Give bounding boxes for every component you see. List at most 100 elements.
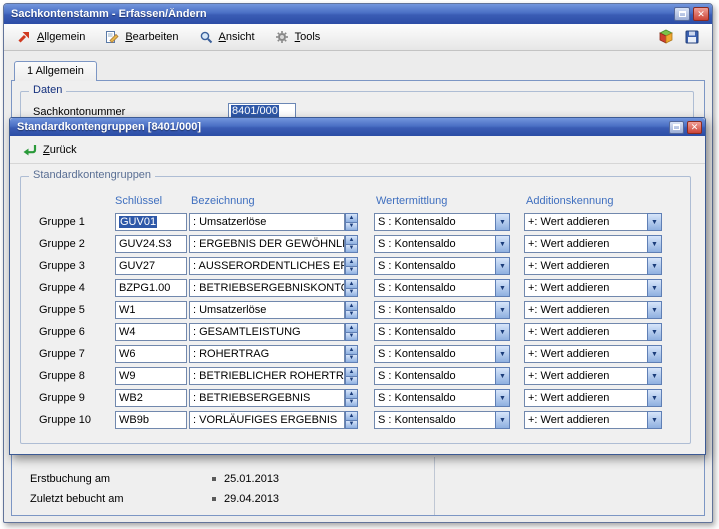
spinner-up-icon[interactable]: ▲: [345, 235, 358, 244]
grid-row: Gruppe 7W6: ROHERTRAG▲▼S : Kontensaldo▼+…: [39, 345, 690, 363]
spinner-up-icon[interactable]: ▲: [345, 323, 358, 332]
dropdown-arrow-icon[interactable]: ▼: [495, 323, 510, 341]
group-label: Gruppe 10: [39, 414, 115, 426]
wertermittlung-combo[interactable]: S : Kontensaldo▼: [374, 235, 510, 253]
tab-allgemein[interactable]: 1 Allgemein: [14, 61, 97, 81]
spinner-down-icon[interactable]: ▼: [345, 354, 358, 364]
schluessel-input[interactable]: BZPG1.00: [115, 279, 187, 297]
dropdown-arrow-icon[interactable]: ▼: [647, 389, 662, 407]
dialog-minimize-button[interactable]: [669, 121, 684, 134]
spinner-down-icon[interactable]: ▼: [345, 376, 358, 386]
schluessel-spinner[interactable]: ▲▼: [345, 279, 358, 297]
dropdown-arrow-icon[interactable]: ▼: [647, 367, 662, 385]
spinner-up-icon[interactable]: ▲: [345, 257, 358, 266]
dropdown-arrow-icon[interactable]: ▼: [495, 389, 510, 407]
dropdown-arrow-icon[interactable]: ▼: [495, 345, 510, 363]
menu-allgemein[interactable]: Allgemein: [12, 26, 94, 48]
wertermittlung-combo[interactable]: S : Kontensaldo▼: [374, 345, 510, 363]
dropdown-arrow-icon[interactable]: ▼: [647, 323, 662, 341]
spinner-down-icon[interactable]: ▼: [345, 332, 358, 342]
spinner-up-icon[interactable]: ▲: [345, 213, 358, 222]
close-button[interactable]: ✕: [693, 7, 709, 21]
spinner-down-icon[interactable]: ▼: [345, 222, 358, 232]
dropdown-arrow-icon[interactable]: ▼: [647, 235, 662, 253]
spinner-down-icon[interactable]: ▼: [345, 244, 358, 254]
additionskennung-combo[interactable]: +: Wert addieren▼: [524, 345, 662, 363]
schluessel-spinner[interactable]: ▲▼: [345, 367, 358, 385]
minimize-button[interactable]: [674, 7, 690, 21]
spinner-up-icon[interactable]: ▲: [345, 301, 358, 310]
schluessel-input[interactable]: WB9b: [115, 411, 187, 429]
schluessel-spinner[interactable]: ▲▼: [345, 235, 358, 253]
wertermittlung-combo[interactable]: S : Kontensaldo▼: [374, 367, 510, 385]
spinner-down-icon[interactable]: ▼: [345, 288, 358, 298]
dropdown-arrow-icon[interactable]: ▼: [647, 257, 662, 275]
additionskennung-combo[interactable]: +: Wert addieren▼: [524, 235, 662, 253]
wertermittlung-combo[interactable]: S : Kontensaldo▼: [374, 279, 510, 297]
additionskennung-combo[interactable]: +: Wert addieren▼: [524, 279, 662, 297]
spinner-down-icon[interactable]: ▼: [345, 266, 358, 276]
schluessel-spinner[interactable]: ▲▼: [345, 213, 358, 231]
dropdown-arrow-icon[interactable]: ▼: [495, 257, 510, 275]
package-cube-icon[interactable]: [658, 29, 674, 45]
spinner-up-icon[interactable]: ▲: [345, 411, 358, 420]
gear-icon: [274, 29, 290, 45]
additionskennung-combo[interactable]: +: Wert addieren▼: [524, 257, 662, 275]
dropdown-arrow-icon[interactable]: ▼: [647, 279, 662, 297]
grid-row: Gruppe 8W9: BETRIEBLICHER ROHERTRAG▲▼S :…: [39, 367, 690, 385]
wertermittlung-combo[interactable]: S : Kontensaldo▼: [374, 213, 510, 231]
schluessel-input[interactable]: GUV24.S3: [115, 235, 187, 253]
schluessel-input[interactable]: GUV27: [115, 257, 187, 275]
spinner-up-icon[interactable]: ▲: [345, 279, 358, 288]
dropdown-arrow-icon[interactable]: ▼: [495, 411, 510, 429]
wertermittlung-combo[interactable]: S : Kontensaldo▼: [374, 257, 510, 275]
schluessel-spinner[interactable]: ▲▼: [345, 345, 358, 363]
dropdown-arrow-icon[interactable]: ▼: [647, 411, 662, 429]
additionskennung-combo[interactable]: +: Wert addieren▼: [524, 411, 662, 429]
schluessel-spinner[interactable]: ▲▼: [345, 411, 358, 429]
additionskennung-combo[interactable]: +: Wert addieren▼: [524, 213, 662, 231]
wertermittlung-combo[interactable]: S : Kontensaldo▼: [374, 323, 510, 341]
additionskennung-combo[interactable]: +: Wert addieren▼: [524, 389, 662, 407]
kontengruppen-grid: Schlüssel Bezeichnung Wertermittlung Add…: [21, 177, 690, 433]
dropdown-arrow-icon[interactable]: ▼: [495, 213, 510, 231]
wertermittlung-combo[interactable]: S : Kontensaldo▼: [374, 301, 510, 319]
save-icon[interactable]: [684, 29, 700, 45]
dropdown-arrow-icon[interactable]: ▼: [495, 279, 510, 297]
additionskennung-combo[interactable]: +: Wert addieren▼: [524, 367, 662, 385]
schluessel-spinner[interactable]: ▲▼: [345, 301, 358, 319]
spinner-down-icon[interactable]: ▼: [345, 398, 358, 408]
wertermittlung-combo[interactable]: S : Kontensaldo▼: [374, 411, 510, 429]
dropdown-arrow-icon[interactable]: ▼: [647, 345, 662, 363]
wertermittlung-combo[interactable]: S : Kontensaldo▼: [374, 389, 510, 407]
dropdown-arrow-icon[interactable]: ▼: [495, 235, 510, 253]
menu-tools[interactable]: Tools: [270, 26, 330, 48]
schluessel-input[interactable]: W6: [115, 345, 187, 363]
schluessel-spinner[interactable]: ▲▼: [345, 389, 358, 407]
additionskennung-combo[interactable]: +: Wert addieren▼: [524, 323, 662, 341]
spinner-down-icon[interactable]: ▼: [345, 420, 358, 430]
spinner-up-icon[interactable]: ▲: [345, 367, 358, 376]
schluessel-input[interactable]: W1: [115, 301, 187, 319]
dialog-close-button[interactable]: ✕: [687, 121, 702, 134]
schluessel-input[interactable]: GUV01: [115, 213, 187, 231]
grid-row: Gruppe 3GUV27: AUSSERORDENTLICHES ERGEBN…: [39, 257, 690, 275]
menu-ansicht[interactable]: Ansicht: [194, 26, 264, 48]
schluessel-input[interactable]: W4: [115, 323, 187, 341]
spinner-up-icon[interactable]: ▲: [345, 345, 358, 354]
dropdown-arrow-icon[interactable]: ▼: [647, 301, 662, 319]
dropdown-arrow-icon[interactable]: ▼: [647, 213, 662, 231]
schluessel-input[interactable]: WB2: [115, 389, 187, 407]
dropdown-arrow-icon[interactable]: ▼: [495, 367, 510, 385]
menu-bearbeiten[interactable]: Bearbeiten: [100, 26, 187, 48]
zurueck-button[interactable]: Zurück: [18, 139, 85, 161]
schluessel-input[interactable]: W9: [115, 367, 187, 385]
spinner-down-icon[interactable]: ▼: [345, 310, 358, 320]
schluessel-spinner[interactable]: ▲▼: [345, 257, 358, 275]
dropdown-arrow-icon[interactable]: ▼: [495, 301, 510, 319]
additionskennung-combo[interactable]: +: Wert addieren▼: [524, 301, 662, 319]
group-label: Gruppe 3: [39, 260, 115, 272]
schluessel-spinner[interactable]: ▲▼: [345, 323, 358, 341]
grid-rows: Gruppe 1GUV01: Umsatzerlöse▲▼S : Kontens…: [39, 213, 690, 429]
spinner-up-icon[interactable]: ▲: [345, 389, 358, 398]
